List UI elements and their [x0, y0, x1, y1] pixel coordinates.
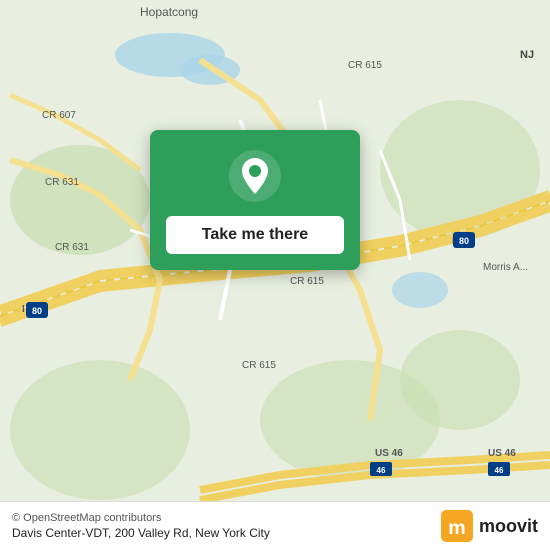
- cta-card: Take me there: [150, 130, 360, 270]
- svg-text:80: 80: [32, 306, 42, 316]
- svg-text:46: 46: [495, 466, 504, 475]
- svg-text:CR 615: CR 615: [348, 60, 382, 71]
- moovit-logo: m moovit: [441, 510, 538, 542]
- attribution: © OpenStreetMap contributors: [12, 512, 270, 524]
- svg-text:CR 607: CR 607: [42, 110, 76, 121]
- location-label: Davis Center-VDT, 200 Valley Rd, New Yor…: [12, 526, 270, 540]
- svg-text:CR 631: CR 631: [45, 177, 79, 188]
- take-me-there-button[interactable]: Take me there: [166, 216, 344, 254]
- svg-text:CR 631: CR 631: [55, 242, 89, 253]
- moovit-logo-icon: m: [441, 510, 473, 542]
- svg-text:Hopatcong: Hopatcong: [140, 5, 198, 19]
- svg-text:CR 615: CR 615: [290, 276, 324, 287]
- bottom-bar: © OpenStreetMap contributors Davis Cente…: [0, 501, 550, 550]
- svg-text:CR 615: CR 615: [242, 360, 276, 371]
- svg-text:80: 80: [459, 236, 469, 246]
- bottom-left: © OpenStreetMap contributors Davis Cente…: [12, 512, 270, 540]
- svg-text:US 46: US 46: [375, 448, 403, 459]
- svg-text:NJ: NJ: [520, 49, 534, 61]
- map-background: Hopatcong CR 607 CR 615 CR 631 CR 631 I …: [0, 0, 550, 550]
- svg-text:Morris A...: Morris A...: [483, 262, 528, 273]
- location-pin-icon: [229, 150, 281, 202]
- moovit-brand-text: moovit: [479, 516, 538, 537]
- svg-text:US 46: US 46: [488, 448, 516, 459]
- svg-text:46: 46: [377, 466, 386, 475]
- map-container: Hopatcong CR 607 CR 615 CR 631 CR 631 I …: [0, 0, 550, 550]
- svg-text:m: m: [448, 517, 465, 539]
